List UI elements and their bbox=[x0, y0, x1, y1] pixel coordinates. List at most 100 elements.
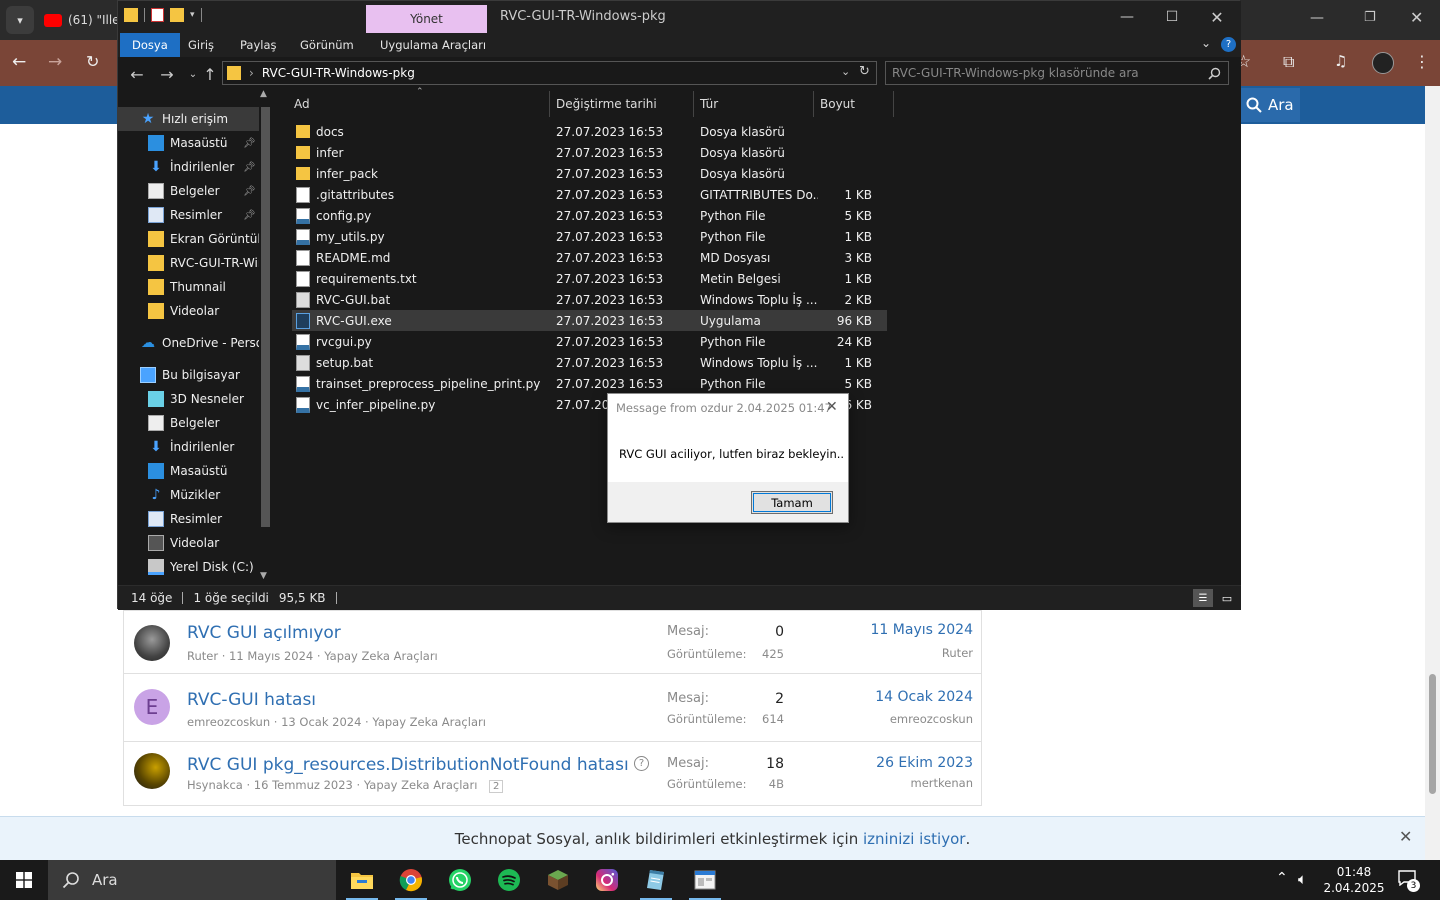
properties-icon[interactable] bbox=[151, 8, 164, 22]
nav-item[interactable]: Belgeler bbox=[118, 411, 259, 435]
file-row[interactable]: setup.bat 27.07.2023 16:53 Windows Toplu İ… bbox=[292, 352, 887, 373]
back-icon[interactable]: ← bbox=[126, 63, 148, 85]
file-row[interactable]: requirements.txt 27.07.2023 16:53 Metin Be… bbox=[292, 268, 887, 289]
minecraft-taskbar-icon[interactable] bbox=[534, 860, 582, 900]
avatar[interactable]: E bbox=[134, 689, 170, 725]
file-row[interactable]: rvcgui.py 27.07.2023 16:53 Python File 24 K… bbox=[292, 331, 887, 352]
thread-title[interactable]: RVC GUI açılmıyor bbox=[187, 623, 341, 643]
file-row[interactable]: trainset_preprocess_pipeline_print.py 27.… bbox=[292, 373, 887, 394]
last-post-date[interactable]: 14 Ocak 2024 bbox=[774, 689, 973, 705]
show-hidden-icons-icon[interactable]: ⌃ bbox=[1276, 870, 1288, 886]
search-input[interactable]: RVC-GUI-TR-Windows-pkg klasöründe ara bbox=[885, 61, 1229, 85]
chrome-taskbar-icon[interactable] bbox=[387, 860, 435, 900]
refresh-icon[interactable]: ↻ bbox=[859, 64, 870, 79]
chrome-maximize-button[interactable]: ❐ bbox=[1364, 10, 1376, 25]
profile-avatar[interactable] bbox=[1372, 52, 1394, 74]
nav-item[interactable]: 3D Nesneler bbox=[118, 387, 259, 411]
application-window-taskbar-icon[interactable] bbox=[681, 860, 729, 900]
context-tab-manage[interactable]: Yönet bbox=[366, 5, 487, 33]
close-icon[interactable]: ✕ bbox=[1399, 827, 1412, 846]
scroll-down-icon[interactable]: ▼ bbox=[260, 571, 267, 581]
nav-item[interactable]: Masaüstü 📌︎ bbox=[118, 131, 259, 155]
whatsapp-taskbar-icon[interactable] bbox=[436, 860, 484, 900]
thread-author[interactable]: Ruter bbox=[187, 649, 218, 663]
file-explorer-taskbar-icon[interactable] bbox=[338, 860, 386, 900]
help-icon[interactable]: ? bbox=[1221, 37, 1236, 52]
last-post-user[interactable]: mertkenan bbox=[774, 776, 973, 790]
thread-title[interactable]: RVC GUI pkg_resources.DistributionNotFou… bbox=[187, 755, 629, 775]
nav-item[interactable]: Resimler bbox=[118, 507, 259, 531]
file-row[interactable]: docs 27.07.2023 16:53 Dosya klasörü bbox=[292, 121, 887, 142]
avatar[interactable] bbox=[134, 753, 170, 789]
close-icon[interactable]: ✕ bbox=[826, 399, 838, 415]
media-control-icon[interactable]: ♫ bbox=[1334, 52, 1347, 70]
details-view-icon[interactable]: ☰ bbox=[1193, 589, 1213, 607]
nav-item[interactable]: ☁ OneDrive - Persor bbox=[118, 331, 268, 355]
file-row[interactable]: .gitattributes 27.07.2023 16:53 GITATTRIBU… bbox=[292, 184, 887, 205]
thread-row[interactable]: RVC GUI açılmıyor Ruter · 11 Mayıs 2024 … bbox=[123, 610, 982, 674]
last-post-user[interactable]: Ruter bbox=[774, 646, 973, 660]
nav-item[interactable]: Ekran Görüntüle bbox=[118, 227, 268, 251]
tab-share[interactable]: Paylaş bbox=[228, 33, 289, 57]
maximize-button[interactable]: ☐ bbox=[1149, 1, 1195, 33]
spotify-taskbar-icon[interactable] bbox=[485, 860, 533, 900]
address-bar[interactable]: › RVC-GUI-TR-Windows-pkg ⌄ ↻ bbox=[222, 61, 877, 85]
volume-icon[interactable]: 🔈︎ bbox=[1298, 870, 1307, 888]
close-button[interactable]: ✕ bbox=[1194, 1, 1240, 33]
ribbon-expand-icon[interactable]: ⌄ bbox=[1201, 36, 1211, 50]
nav-scrollbar-thumb[interactable] bbox=[261, 107, 270, 527]
file-row[interactable]: config.py 27.07.2023 16:53 Python File 5 KB bbox=[292, 205, 887, 226]
thread-forum[interactable]: Yapay Zeka Araçları bbox=[372, 715, 486, 729]
notepad-taskbar-icon[interactable] bbox=[632, 860, 680, 900]
nav-item[interactable]: ★ Hızlı erişim bbox=[118, 107, 259, 131]
nav-item[interactable]: Videolar bbox=[118, 531, 259, 555]
nav-item[interactable]: Bu bilgisayar bbox=[118, 363, 259, 387]
column-size[interactable]: Boyut bbox=[814, 91, 894, 117]
page-scrollbar-thumb[interactable] bbox=[1429, 674, 1436, 794]
site-search-button[interactable]: Ara bbox=[1240, 88, 1300, 122]
new-folder-icon[interactable] bbox=[170, 8, 184, 22]
last-post-date[interactable]: 26 Ekim 2023 bbox=[774, 755, 973, 771]
browser-tab[interactable]: (61) "Ille bbox=[44, 6, 124, 34]
file-row[interactable]: my_utils.py 27.07.2023 16:53 Python File 1 … bbox=[292, 226, 887, 247]
reload-icon[interactable]: ↻ bbox=[86, 52, 99, 71]
nav-item[interactable]: Thumnail bbox=[118, 275, 259, 299]
last-post-date[interactable]: 11 Mayıs 2024 bbox=[774, 622, 973, 638]
action-center-icon[interactable]: 3 bbox=[1398, 870, 1420, 892]
column-date[interactable]: Değiştirme tarihi bbox=[550, 91, 694, 117]
scroll-up-icon[interactable]: ▲ bbox=[260, 89, 267, 99]
thread-title[interactable]: RVC-GUI hatası bbox=[187, 690, 316, 710]
file-row[interactable]: README.md 27.07.2023 16:53 MD Dosyası 3 KB bbox=[292, 247, 887, 268]
notification-permission-link[interactable]: izninizi istiyor bbox=[863, 830, 965, 848]
taskbar-search[interactable]: Ara bbox=[48, 860, 336, 900]
forward-icon[interactable]: → bbox=[156, 63, 178, 85]
large-icons-view-icon[interactable]: ▭ bbox=[1217, 589, 1237, 607]
chevron-down-icon[interactable]: ▾ bbox=[190, 10, 195, 20]
thread-row[interactable]: E RVC-GUI hatası emreozcoskun · 13 Ocak … bbox=[123, 674, 982, 742]
nav-item[interactable]: ⬇ İndirilenler bbox=[118, 435, 259, 459]
nav-item[interactable]: ⬇ İndirilenler 📌︎ bbox=[118, 155, 259, 179]
last-post-user[interactable]: emreozcoskun bbox=[774, 712, 973, 726]
breadcrumb-current[interactable]: RVC-GUI-TR-Windows-pkg bbox=[262, 66, 415, 80]
file-row[interactable]: RVC-GUI.bat 27.07.2023 16:53 Windows Toplu… bbox=[292, 289, 887, 310]
ok-button[interactable]: Tamam bbox=[751, 491, 833, 514]
tab-search-button[interactable]: ▾ bbox=[6, 6, 34, 34]
minimize-button[interactable]: — bbox=[1104, 1, 1150, 33]
nav-item[interactable]: ♪ Müzikler bbox=[118, 483, 259, 507]
back-icon[interactable]: ← bbox=[12, 52, 26, 72]
chrome-minimize-button[interactable]: — bbox=[1310, 10, 1324, 26]
thread-author[interactable]: emreozcoskun bbox=[187, 715, 270, 729]
nav-item[interactable]: Videolar bbox=[118, 299, 259, 323]
thread-forum[interactable]: Yapay Zeka Araçları bbox=[324, 649, 438, 663]
thread-author[interactable]: Hsynakca bbox=[187, 778, 243, 792]
thread-row[interactable]: RVC GUI pkg_resources.DistributionNotFou… bbox=[123, 742, 982, 806]
instagram-taskbar-icon[interactable] bbox=[583, 860, 631, 900]
column-type[interactable]: Tür bbox=[694, 91, 814, 117]
start-button[interactable] bbox=[0, 860, 48, 900]
tab-home[interactable]: Giriş bbox=[176, 33, 226, 57]
up-icon[interactable]: ↑ bbox=[199, 63, 221, 85]
file-row[interactable]: infer 27.07.2023 16:53 Dosya klasörü bbox=[292, 142, 887, 163]
nav-item[interactable]: Masaüstü bbox=[118, 459, 259, 483]
file-row[interactable]: infer_pack 27.07.2023 16:53 Dosya klasörü bbox=[292, 163, 887, 184]
page-badge[interactable]: 2 bbox=[489, 780, 504, 793]
